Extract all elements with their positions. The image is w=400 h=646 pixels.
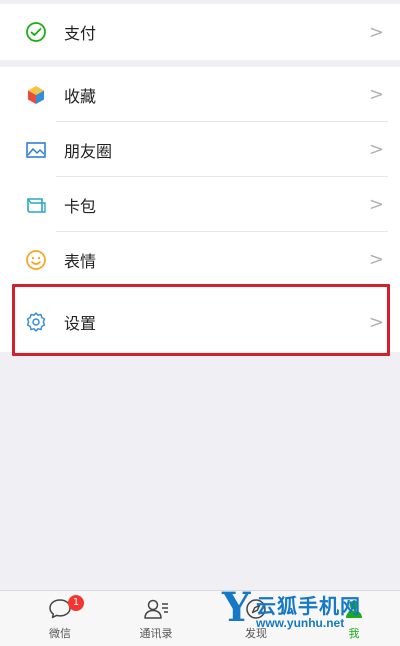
contacts-icon [126,597,186,621]
menu-item-stickers[interactable]: 表情 > [0,232,400,287]
menu-item-label: 表情 [64,251,97,271]
tab-label: 我 [348,627,360,640]
unread-badge: 1 [68,595,84,611]
card-icon [24,193,48,217]
menu-item-label: 卡包 [64,196,97,216]
tab-contacts[interactable]: 通讯录 [126,597,186,645]
settings-group: 设置 > [0,292,400,352]
menu-item-pay[interactable]: 支付 > [0,4,400,60]
menu-item-favorites[interactable]: 收藏 > [0,67,400,122]
bottom-tab-bar: 1 微信 通讯录 发现 我 [0,590,400,646]
menu-item-label: 朋友圈 [64,141,113,161]
tab-me[interactable]: 我 [324,597,384,645]
chevron-right-icon: > [368,139,384,160]
me-page: 支付 > 收藏 > 朋友圈 > 卡包 > 表情 > 设置 > 1 微信 通讯录 … [0,0,400,646]
tab-label: 通讯录 [139,627,173,640]
chevron-right-icon: > [368,21,384,43]
menu-item-cards[interactable]: 卡包 > [0,177,400,232]
gear-icon [24,310,48,334]
chevron-right-icon: > [368,194,384,215]
chat-icon: 1 [30,595,90,621]
image-icon [24,138,48,162]
tab-chats[interactable]: 1 微信 [30,595,90,645]
chevron-right-icon: > [368,311,384,333]
compass-icon [226,597,286,621]
menu-item-settings[interactable]: 设置 > [0,292,400,352]
pay-group: 支付 > [0,4,400,60]
menu-item-label: 设置 [64,314,97,333]
tab-label: 发现 [245,627,267,640]
chevron-right-icon: > [368,84,384,105]
cube-icon [24,83,48,107]
menu-item-moments[interactable]: 朋友圈 > [0,122,400,177]
tab-discover[interactable]: 发现 [226,597,286,645]
smiley-icon [24,248,48,272]
wallet-icon [24,20,48,44]
menu-item-label: 收藏 [64,86,97,106]
tab-label: 微信 [49,627,71,640]
chevron-right-icon: > [368,249,384,270]
person-icon [324,597,384,621]
menu-item-label: 支付 [64,24,97,43]
